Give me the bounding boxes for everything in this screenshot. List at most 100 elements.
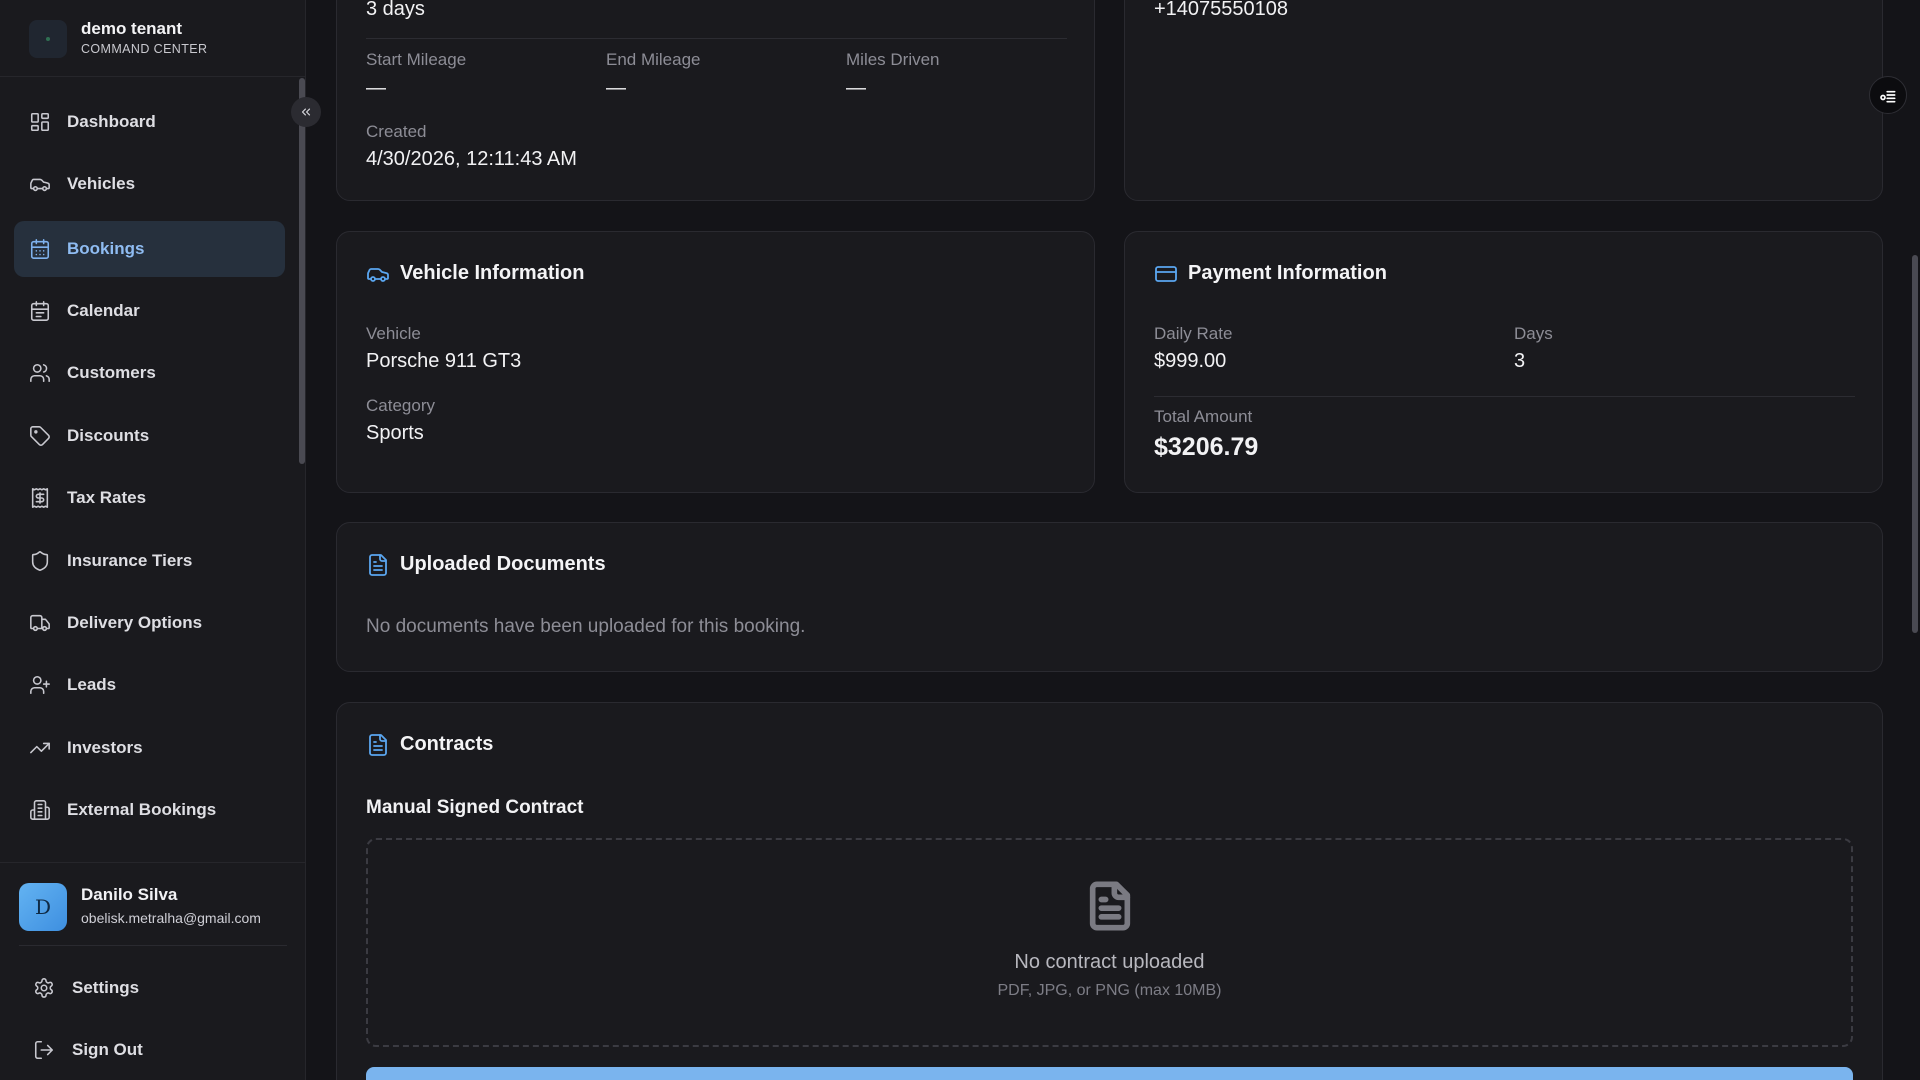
sidebar-item-customers[interactable]: Customers (14, 345, 285, 401)
sidebar-item-discounts[interactable]: Discounts (14, 408, 285, 464)
sidebar-item-label: Bookings (67, 239, 145, 258)
car-icon (366, 262, 390, 286)
upload-hint: PDF, JPG, or PNG (max 10MB) (997, 982, 1222, 999)
sidebar-item-label: Tax Rates (67, 488, 147, 507)
sidebar-item-leads[interactable]: Leads (14, 657, 285, 713)
daily-rate-value: $999.00 (1154, 350, 1227, 372)
log-out-icon (34, 1040, 54, 1060)
sidebar-item-delivery-options[interactable]: Delivery Options (14, 595, 285, 651)
list-filter-icon (1880, 90, 1896, 103)
dashboard-icon (28, 110, 52, 134)
truck-icon (28, 611, 52, 635)
user-email: obelisk.metralha@gmail.com (81, 910, 261, 926)
receipt-icon (28, 486, 52, 510)
sidebar-item-label: External Bookings (67, 800, 217, 819)
days-label: Days (1514, 324, 1553, 343)
category-label: Category (366, 396, 435, 415)
customer-phone: +14075550108 (1154, 0, 1289, 20)
sidebar-item-label: Insurance Tiers (67, 551, 193, 570)
card-title: Payment Information (1188, 262, 1387, 284)
booking-summary-card: 3 days Start Mileage — End Mileage — Mil… (336, 0, 1095, 201)
sidebar-item-label: Discounts (67, 426, 150, 445)
user-name: Danilo Silva (81, 885, 178, 904)
uploaded-documents-card: Uploaded Documents No documents have bee… (336, 522, 1883, 672)
calendar-grid-icon (28, 237, 52, 261)
customer-card: +14075550108 (1124, 0, 1883, 201)
floating-menu-button[interactable] (1869, 76, 1907, 114)
building-icon (28, 798, 52, 822)
file-text-icon (366, 733, 390, 757)
avatar[interactable]: D (19, 883, 67, 931)
file-text-icon (1084, 878, 1136, 934)
credit-card-icon (1154, 262, 1178, 286)
sidebar-item-label: Calendar (67, 301, 140, 320)
gear-icon (35, 978, 53, 998)
calendar-icon (28, 299, 52, 323)
card-title: Contracts (400, 733, 494, 755)
shield-icon (28, 549, 52, 573)
summary-divider (366, 38, 1067, 39)
sidebar-item-investors[interactable]: Investors (14, 720, 285, 776)
created-value: 4/30/2026, 12:11:43 AM (366, 148, 577, 170)
sidebar: demo tenant COMMAND CENTER Dashboard Veh… (0, 0, 306, 1080)
vehicle-value: Porsche 911 GT3 (366, 350, 522, 372)
sidebar-item-vehicles[interactable]: Vehicles (14, 156, 285, 212)
tenant-name: demo tenant (81, 19, 183, 38)
card-title: Uploaded Documents (400, 553, 606, 575)
payment-divider (1154, 396, 1855, 397)
users-icon (28, 361, 52, 385)
sign-out-label: Sign Out (72, 1040, 143, 1059)
vehicle-label: Vehicle (366, 324, 421, 343)
no-contract-text: No contract uploaded (1014, 951, 1205, 973)
manual-contract-title: Manual Signed Contract (366, 797, 584, 818)
payment-information-card: Payment Information Daily Rate $999.00 D… (1124, 231, 1883, 493)
sidebar-item-label: Leads (67, 675, 117, 694)
sidebar-item-insurance-tiers[interactable]: Insurance Tiers (14, 533, 285, 589)
settings-button[interactable]: Settings (33, 977, 139, 999)
sidebar-item-dashboard[interactable]: Dashboard (14, 94, 285, 150)
daily-rate-label: Daily Rate (1154, 324, 1233, 343)
tenant-header[interactable]: demo tenant COMMAND CENTER (0, 0, 306, 77)
user-plus-icon (28, 673, 52, 697)
upload-contract-button[interactable] (366, 1067, 1853, 1080)
tag-icon (28, 424, 52, 448)
miles-driven-value: — (846, 77, 866, 99)
sidebar-item-label: Investors (67, 738, 143, 757)
sidebar-scrollbar[interactable] (299, 78, 305, 464)
tenant-logo (29, 20, 67, 58)
sidebar-item-bookings[interactable]: Bookings (14, 221, 285, 277)
documents-empty-text: No documents have been uploaded for this… (366, 616, 806, 637)
sidebar-item-label: Dashboard (67, 112, 156, 131)
created-label: Created (366, 122, 427, 141)
settings-label: Settings (72, 978, 140, 997)
sidebar-item-external-bookings[interactable]: External Bookings (14, 782, 285, 838)
tenant-subtitle: COMMAND CENTER (81, 42, 208, 56)
start-mileage-value: — (366, 77, 386, 99)
main-scrollbar[interactable] (1912, 255, 1918, 633)
days-value: 3 (1514, 350, 1526, 372)
miles-driven-label: Miles Driven (846, 50, 940, 69)
card-title: Vehicle Information (400, 262, 585, 284)
sidebar-item-label: Customers (67, 363, 156, 382)
total-amount-label: Total Amount (1154, 407, 1253, 426)
rental-duration: 3 days (366, 0, 425, 20)
vehicle-information-card: Vehicle Information Vehicle Porsche 911 … (336, 231, 1095, 493)
sidebar-item-calendar[interactable]: Calendar (14, 283, 285, 339)
contract-dropzone[interactable] (366, 838, 1853, 1047)
end-mileage-label: End Mileage (606, 50, 701, 69)
user-divider (19, 945, 287, 946)
start-mileage-label: Start Mileage (366, 50, 467, 69)
end-mileage-value: — (606, 77, 626, 99)
trending-up-icon (28, 736, 52, 760)
sidebar-divider (0, 862, 306, 863)
chevrons-left-icon (301, 108, 311, 116)
sidebar-item-tax-rates[interactable]: Tax Rates (14, 470, 285, 526)
sidebar-item-label: Vehicles (67, 174, 136, 193)
file-text-icon (366, 553, 390, 577)
category-value: Sports (366, 422, 424, 444)
sign-out-button[interactable]: Sign Out (33, 1039, 143, 1061)
collapse-sidebar-button[interactable] (291, 97, 321, 127)
total-amount-value: $3206.79 (1154, 433, 1259, 461)
sidebar-item-label: Delivery Options (67, 613, 203, 632)
car-icon (28, 172, 52, 196)
